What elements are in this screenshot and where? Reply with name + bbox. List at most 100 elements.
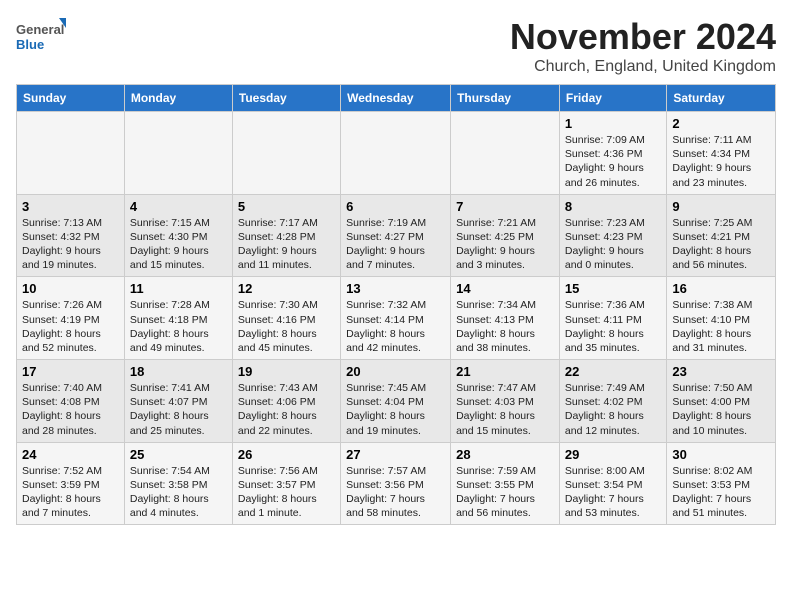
- calendar-cell: 7Sunrise: 7:21 AMSunset: 4:25 PMDaylight…: [451, 194, 560, 277]
- calendar-cell: 10 Sunrise: 7:26 AMSunset: 4:19 PMDayligh…: [17, 277, 125, 360]
- calendar-cell: [17, 112, 125, 195]
- calendar-cell: 11Sunrise: 7:28 AMSunset: 4:18 PMDayligh…: [124, 277, 232, 360]
- day-info: Sunrise: 7:11 AMSunset: 4:34 PMDaylight:…: [672, 133, 770, 190]
- calendar-cell: 15 Sunrise: 7:36 AMSunset: 4:11 PMDayligh…: [559, 277, 666, 360]
- day-info: Sunrise: 7:40 AMSunset: 4:08 PMDaylight:…: [22, 381, 119, 438]
- calendar-cell: [124, 112, 232, 195]
- calendar-cell: 26 Sunrise: 7:56 AMSunset: 3:57 PMDayligh…: [232, 442, 340, 525]
- day-number: 15: [565, 281, 661, 296]
- day-number: 9: [672, 199, 770, 214]
- day-info: Sunrise: 7:15 AMSunset: 4:30 PMDaylight:…: [130, 216, 227, 273]
- day-info: Sunrise: 7:43 AMSunset: 4:06 PMDaylight:…: [238, 381, 335, 438]
- day-info: Sunrise: 7:23 AMSunset: 4:23 PMDaylight:…: [565, 216, 661, 273]
- day-info: Sunrise: 7:13 AMSunset: 4:32 PMDaylight:…: [22, 216, 119, 273]
- calendar-cell: 25 Sunrise: 7:54 AMSunset: 3:58 PMDayligh…: [124, 442, 232, 525]
- day-info: Sunrise: 7:34 AMSunset: 4:13 PMDaylight:…: [456, 298, 554, 355]
- svg-text:Blue: Blue: [16, 37, 44, 52]
- weekday-header-saturday: Saturday: [667, 85, 776, 112]
- calendar-cell: 29Sunrise: 8:00 AMSunset: 3:54 PMDayligh…: [559, 442, 666, 525]
- day-number: 28: [456, 447, 554, 462]
- calendar-cell: 4 Sunrise: 7:15 AMSunset: 4:30 PMDaylight…: [124, 194, 232, 277]
- logo-svg: General Blue: [16, 16, 66, 56]
- logo: General Blue: [16, 16, 66, 56]
- calendar-cell: 1 Sunrise: 7:09 AMSunset: 4:36 PMDaylight…: [559, 112, 666, 195]
- day-info: Sunrise: 7:38 AMSunset: 4:10 PMDaylight:…: [672, 298, 770, 355]
- calendar-cell: 12 Sunrise: 7:30 AMSunset: 4:16 PMDayligh…: [232, 277, 340, 360]
- day-info: Sunrise: 7:52 AMSunset: 3:59 PMDaylight:…: [22, 464, 119, 521]
- day-number: 27: [346, 447, 445, 462]
- calendar-cell: 22 Sunrise: 7:49 AMSunset: 4:02 PMDayligh…: [559, 360, 666, 443]
- calendar-cell: 27Sunrise: 7:57 AMSunset: 3:56 PMDayligh…: [341, 442, 451, 525]
- day-number: 16: [672, 281, 770, 296]
- calendar-cell: 13 Sunrise: 7:32 AMSunset: 4:14 PMDayligh…: [341, 277, 451, 360]
- weekday-header-friday: Friday: [559, 85, 666, 112]
- day-info: Sunrise: 7:36 AMSunset: 4:11 PMDaylight:…: [565, 298, 661, 355]
- day-number: 23: [672, 364, 770, 379]
- day-number: 1: [565, 116, 661, 131]
- day-info: Sunrise: 8:00 AMSunset: 3:54 PMDaylight:…: [565, 464, 661, 521]
- weekday-header-wednesday: Wednesday: [341, 85, 451, 112]
- day-number: 22: [565, 364, 661, 379]
- day-info: Sunrise: 8:02 AMSunset: 3:53 PMDaylight:…: [672, 464, 770, 521]
- day-number: 5: [238, 199, 335, 214]
- day-info: Sunrise: 7:41 AMSunset: 4:07 PMDaylight:…: [130, 381, 227, 438]
- day-number: 13: [346, 281, 445, 296]
- day-number: 10: [22, 281, 119, 296]
- calendar-cell: 20Sunrise: 7:45 AMSunset: 4:04 PMDayligh…: [341, 360, 451, 443]
- day-info: Sunrise: 7:32 AMSunset: 4:14 PMDaylight:…: [346, 298, 445, 355]
- day-number: 26: [238, 447, 335, 462]
- day-info: Sunrise: 7:59 AMSunset: 3:55 PMDaylight:…: [456, 464, 554, 521]
- day-number: 30: [672, 447, 770, 462]
- day-info: Sunrise: 7:19 AMSunset: 4:27 PMDaylight:…: [346, 216, 445, 273]
- calendar-cell: 2 Sunrise: 7:11 AMSunset: 4:34 PMDaylight…: [667, 112, 776, 195]
- day-info: Sunrise: 7:45 AMSunset: 4:04 PMDaylight:…: [346, 381, 445, 438]
- month-title: November 2024: [510, 16, 776, 58]
- day-info: Sunrise: 7:28 AMSunset: 4:18 PMDaylight:…: [130, 298, 227, 355]
- weekday-header-thursday: Thursday: [451, 85, 560, 112]
- day-info: Sunrise: 7:49 AMSunset: 4:02 PMDaylight:…: [565, 381, 661, 438]
- calendar-cell: 24 Sunrise: 7:52 AMSunset: 3:59 PMDayligh…: [17, 442, 125, 525]
- weekday-header-monday: Monday: [124, 85, 232, 112]
- day-number: 6: [346, 199, 445, 214]
- calendar-cell: 16 Sunrise: 7:38 AMSunset: 4:10 PMDayligh…: [667, 277, 776, 360]
- calendar-cell: 9 Sunrise: 7:25 AMSunset: 4:21 PMDaylight…: [667, 194, 776, 277]
- calendar-cell: [232, 112, 340, 195]
- day-info: Sunrise: 7:56 AMSunset: 3:57 PMDaylight:…: [238, 464, 335, 521]
- day-number: 4: [130, 199, 227, 214]
- day-number: 12: [238, 281, 335, 296]
- day-number: 25: [130, 447, 227, 462]
- calendar-cell: 23 Sunrise: 7:50 AMSunset: 4:00 PMDayligh…: [667, 360, 776, 443]
- day-number: 24: [22, 447, 119, 462]
- day-number: 18: [130, 364, 227, 379]
- calendar-cell: 6 Sunrise: 7:19 AMSunset: 4:27 PMDaylight…: [341, 194, 451, 277]
- day-info: Sunrise: 7:09 AMSunset: 4:36 PMDaylight:…: [565, 133, 661, 190]
- day-number: 19: [238, 364, 335, 379]
- calendar-cell: 5 Sunrise: 7:17 AMSunset: 4:28 PMDaylight…: [232, 194, 340, 277]
- calendar-cell: 19 Sunrise: 7:43 AMSunset: 4:06 PMDayligh…: [232, 360, 340, 443]
- day-info: Sunrise: 7:30 AMSunset: 4:16 PMDaylight:…: [238, 298, 335, 355]
- calendar-cell: 28 Sunrise: 7:59 AMSunset: 3:55 PMDayligh…: [451, 442, 560, 525]
- day-number: 2: [672, 116, 770, 131]
- day-info: Sunrise: 7:17 AMSunset: 4:28 PMDaylight:…: [238, 216, 335, 273]
- calendar-cell: [341, 112, 451, 195]
- calendar-cell: [451, 112, 560, 195]
- calendar-cell: 8 Sunrise: 7:23 AMSunset: 4:23 PMDaylight…: [559, 194, 666, 277]
- weekday-header-sunday: Sunday: [17, 85, 125, 112]
- day-info: Sunrise: 7:54 AMSunset: 3:58 PMDaylight:…: [130, 464, 227, 521]
- calendar-cell: 21 Sunrise: 7:47 AMSunset: 4:03 PMDayligh…: [451, 360, 560, 443]
- day-number: 3: [22, 199, 119, 214]
- calendar-cell: 17Sunrise: 7:40 AMSunset: 4:08 PMDayligh…: [17, 360, 125, 443]
- weekday-header-tuesday: Tuesday: [232, 85, 340, 112]
- day-info: Sunrise: 7:47 AMSunset: 4:03 PMDaylight:…: [456, 381, 554, 438]
- calendar-cell: 14Sunrise: 7:34 AMSunset: 4:13 PMDayligh…: [451, 277, 560, 360]
- title-area: November 2024 Church, England, United Ki…: [510, 16, 776, 76]
- calendar-table: SundayMondayTuesdayWednesdayThursdayFrid…: [16, 84, 776, 525]
- svg-text:General: General: [16, 22, 64, 37]
- day-info: Sunrise: 7:26 AMSunset: 4:19 PMDaylight:…: [22, 298, 119, 355]
- day-number: 21: [456, 364, 554, 379]
- day-info: Sunrise: 7:50 AMSunset: 4:00 PMDaylight:…: [672, 381, 770, 438]
- day-info: Sunrise: 7:25 AMSunset: 4:21 PMDaylight:…: [672, 216, 770, 273]
- location-title: Church, England, United Kingdom: [510, 58, 776, 76]
- day-number: 7: [456, 199, 554, 214]
- day-number: 8: [565, 199, 661, 214]
